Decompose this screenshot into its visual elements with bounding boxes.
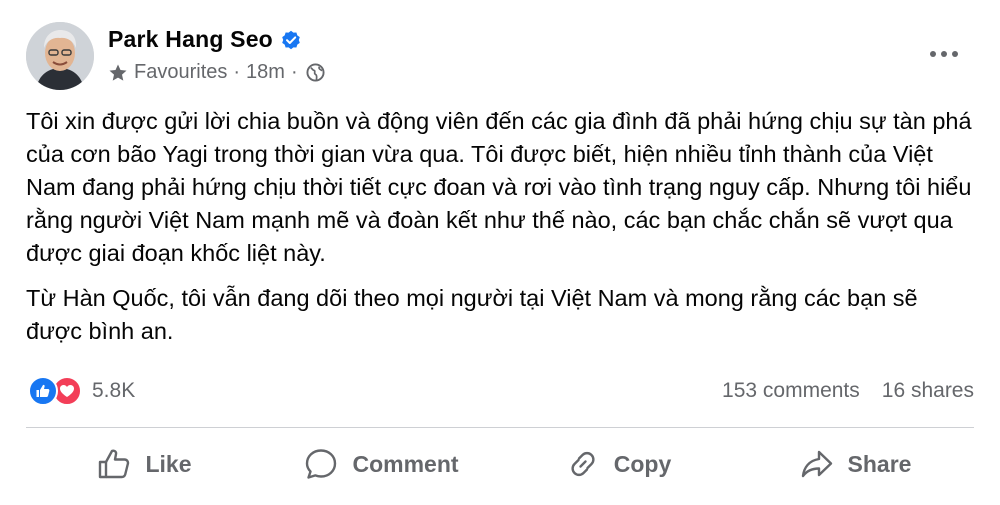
avatar[interactable] [26, 22, 94, 90]
like-label: Like [145, 450, 192, 477]
comment-label: Comment [352, 450, 459, 477]
audience-label: Favourites [134, 61, 228, 83]
comment-bubble-icon [306, 449, 337, 479]
copy-label: Copy [613, 450, 672, 477]
share-button[interactable]: Share [737, 436, 974, 492]
more-options-button[interactable] [926, 36, 962, 72]
divider [26, 427, 974, 428]
author-name[interactable]: Park Hang Seo [108, 26, 273, 53]
post-body: Tôi xin được gửi lời chia buồn và động v… [26, 105, 976, 360]
share-label: Share [847, 450, 912, 477]
copy-button[interactable]: Copy [500, 436, 737, 492]
link-icon [571, 451, 595, 477]
verified-badge-icon [282, 30, 300, 49]
like-button[interactable]: Like [26, 436, 263, 492]
post-stats: 5.8K 153 comments 16 shares [28, 374, 974, 408]
share-arrow-icon [801, 450, 832, 478]
post-header: Park Hang Seo Favourites · 18m · [26, 22, 325, 90]
globe-icon[interactable] [306, 63, 325, 82]
more-options-icon [930, 51, 958, 57]
post-meta: Park Hang Seo Favourites · 18m · [108, 26, 325, 84]
reactions-summary[interactable]: 5.8K [28, 376, 135, 406]
author-row: Park Hang Seo [108, 26, 325, 53]
avatar-image [26, 22, 94, 90]
comments-count[interactable]: 153 comments [722, 379, 860, 403]
post-card: Park Hang Seo Favourites · 18m · Tôi xin… [0, 0, 1000, 505]
star-icon [109, 64, 127, 81]
post-subtitle: Favourites · 18m · [108, 61, 325, 84]
separator-dot: · [290, 61, 298, 83]
thumbs-up-icon [99, 449, 130, 479]
post-paragraph: Từ Hàn Quốc, tôi vẫn đang dõi theo mọi n… [26, 285, 918, 344]
engagement-counts: 153 comments 16 shares [700, 379, 974, 403]
comment-button[interactable]: Comment [263, 436, 500, 492]
post-paragraph: Tôi xin được gửi lời chia buồn và động v… [26, 108, 972, 266]
post-time[interactable]: 18m [246, 61, 285, 84]
like-reaction-icon [28, 376, 58, 406]
shares-count[interactable]: 16 shares [882, 379, 974, 403]
separator-dot: · [233, 61, 241, 83]
action-bar: Like Comment Copy Share [26, 436, 974, 492]
reaction-count[interactable]: 5.8K [92, 379, 135, 403]
